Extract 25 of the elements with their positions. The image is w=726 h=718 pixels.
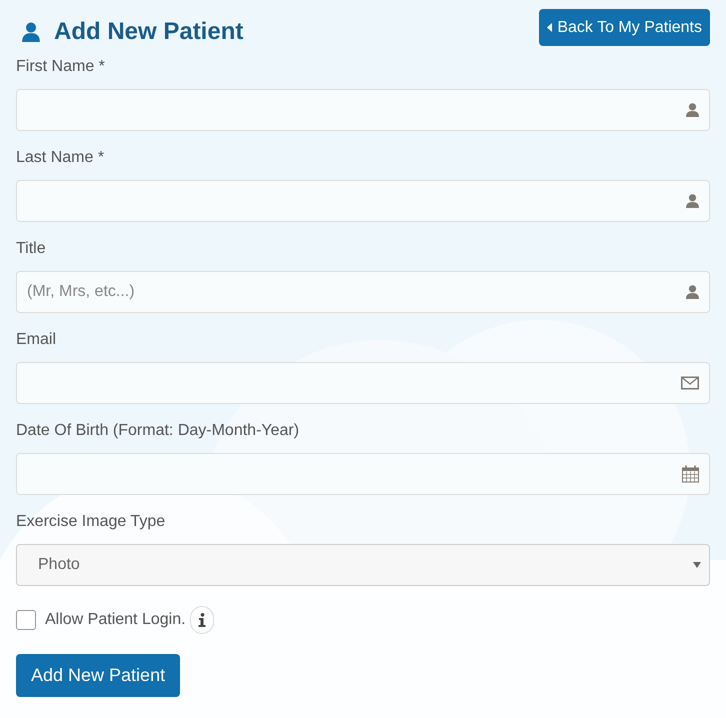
input-field[interactable] [16, 453, 710, 495]
person-icon [22, 22, 40, 42]
person-icon [686, 103, 699, 117]
field-label: Exercise Image Type [16, 513, 166, 532]
image-type-dropdown[interactable]: Photo [16, 544, 710, 586]
caret-icon [547, 23, 552, 32]
field-label: First Name * [16, 58, 106, 77]
person-icon [686, 285, 699, 299]
input-field[interactable] [16, 89, 710, 131]
caret-icon [693, 562, 701, 568]
person-icon [686, 194, 699, 208]
calendar-icon [682, 466, 699, 482]
input-field[interactable]: (Mr, Mrs, etc...) [16, 271, 710, 313]
envelope-icon [681, 376, 699, 390]
back-button[interactable]: Back To My Patients [539, 9, 710, 46]
input-field[interactable] [16, 362, 710, 404]
field-label: Date Of Birth (Format: Day-Month-Year) [16, 422, 300, 441]
checkbox-label: Allow Patient Login. [45, 611, 186, 629]
field-label: Email [16, 331, 58, 350]
field-label: Title [16, 240, 47, 259]
title-text: Add New Patient [54, 18, 244, 46]
checkbox[interactable] [16, 610, 36, 630]
add-patient-button[interactable]: Add New Patient [16, 654, 180, 697]
field-label: Last Name * [16, 149, 106, 168]
input-field[interactable] [16, 180, 710, 222]
